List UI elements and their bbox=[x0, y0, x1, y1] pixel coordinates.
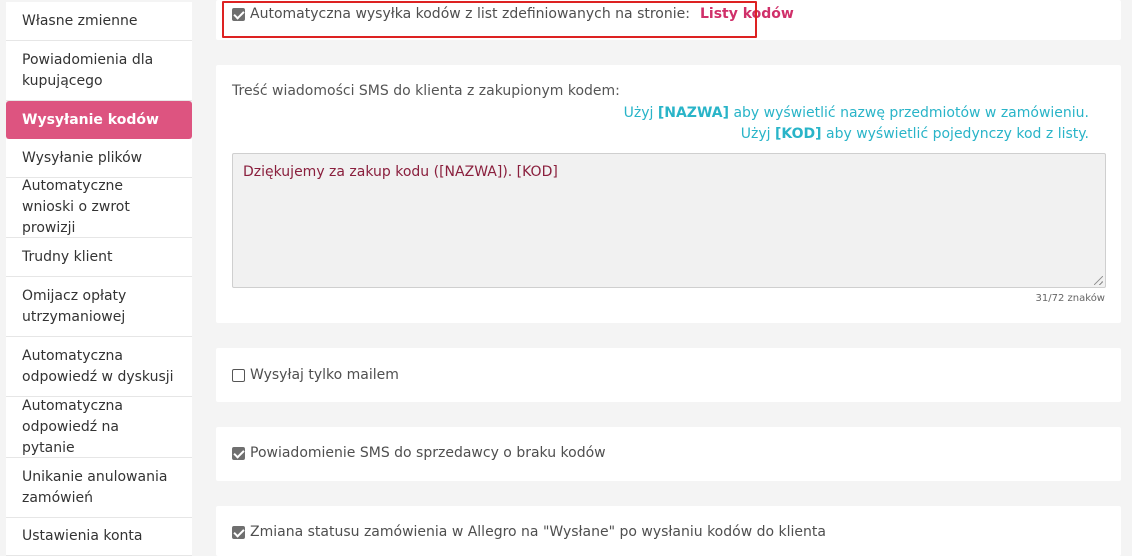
sidebar-item-label: Własne zmienne bbox=[22, 12, 138, 29]
sms-notify-panel: Powiadomienie SMS do sprzedawcy o braku … bbox=[216, 427, 1121, 481]
sidebar-item-label: Automatyczna odpowiedź w dyskusji bbox=[22, 347, 174, 385]
email-only-panel: Wysyłaj tylko mailem bbox=[216, 348, 1121, 402]
sms-notify-option[interactable]: Powiadomienie SMS do sprzedawcy o braku … bbox=[232, 445, 606, 461]
sidebar-item-discussion-autoreply[interactable]: Automatyczna odpowiedź w dyskusji bbox=[6, 337, 192, 397]
status-change-option[interactable]: Zmiana statusu zamówienia w Allegro na "… bbox=[232, 524, 826, 540]
hint-code-token: Użyj [KOD] aby wyświetlić pojedynczy kod… bbox=[740, 126, 1089, 142]
highlight-frame bbox=[222, 1, 757, 38]
sms-message-panel: Treść wiadomości SMS do klienta z zakupi… bbox=[216, 65, 1121, 323]
sidebar-item-buyer-notifications[interactable]: Powiadomienia dla kupującego bbox=[6, 41, 192, 101]
sms-notify-checkbox[interactable] bbox=[232, 446, 245, 460]
sidebar-item-label: Ustawienia konta bbox=[22, 528, 143, 544]
sidebar-item-account-settings[interactable]: Ustawienia konta bbox=[6, 518, 192, 556]
status-change-panel: Zmiana statusu zamówienia w Allegro na "… bbox=[216, 506, 1121, 556]
sidebar-item-commission-refund[interactable]: Automatyczne wnioski o zwrot prowizji bbox=[6, 178, 192, 238]
sidebar-item-custom-variables[interactable]: Własne zmienne bbox=[6, 2, 192, 41]
resize-handle-icon[interactable] bbox=[1094, 276, 1103, 285]
sms-notify-label: Powiadomienie SMS do sprzedawcy o braku … bbox=[250, 445, 606, 461]
sidebar-item-label: Powiadomienia dla kupującego bbox=[22, 51, 154, 89]
status-change-checkbox[interactable] bbox=[232, 525, 245, 539]
sidebar-item-label: Wysyłanie kodów bbox=[22, 111, 159, 128]
email-only-label: Wysyłaj tylko mailem bbox=[250, 367, 399, 383]
sidebar-item-difficult-client[interactable]: Trudny klient bbox=[6, 238, 192, 277]
sidebar-item-code-sending[interactable]: Wysyłanie kodów bbox=[6, 101, 192, 139]
sidebar-item-maintenance-fee[interactable]: Omijacz opłaty utrzymaniowej bbox=[6, 277, 192, 337]
char-counter: 31/72 znaków bbox=[1035, 293, 1105, 304]
sidebar-item-label: Unikanie anulowania zamówień bbox=[22, 468, 168, 506]
sms-heading: Treść wiadomości SMS do klienta z zakupi… bbox=[232, 83, 620, 99]
email-only-checkbox[interactable] bbox=[232, 368, 245, 382]
sidebar-item-question-autoreply[interactable]: Automatyczna odpowiedź na pytanie bbox=[6, 397, 192, 458]
sidebar-item-label: Automatyczne wnioski o zwrot prowizji bbox=[22, 178, 130, 236]
sidebar-item-label: Trudny klient bbox=[22, 248, 113, 265]
sidebar-item-label: Omijacz opłaty utrzymaniowej bbox=[22, 287, 127, 325]
sms-message-text: Dziękujemy za zakup kodu ([NAZWA]). [KOD… bbox=[243, 164, 558, 180]
status-change-label: Zmiana statusu zamówienia w Allegro na "… bbox=[250, 524, 826, 540]
sidebar-item-label: Automatyczna odpowiedź na pytanie bbox=[22, 397, 123, 456]
sidebar-item-file-sending[interactable]: Wysyłanie plików bbox=[6, 139, 192, 178]
sidebar-item-label: Wysyłanie plików bbox=[22, 149, 143, 166]
email-only-option[interactable]: Wysyłaj tylko mailem bbox=[232, 367, 399, 383]
sms-message-textarea[interactable]: Dziękujemy za zakup kodu ([NAZWA]). [KOD… bbox=[232, 153, 1106, 288]
sidebar-item-avoid-cancellation[interactable]: Unikanie anulowania zamówień bbox=[6, 458, 192, 518]
hint-name-token: Użyj [NAZWA] aby wyświetlić nazwę przedm… bbox=[623, 105, 1089, 121]
sidebar: Własne zmienne Powiadomienia dla kupując… bbox=[0, 0, 198, 556]
